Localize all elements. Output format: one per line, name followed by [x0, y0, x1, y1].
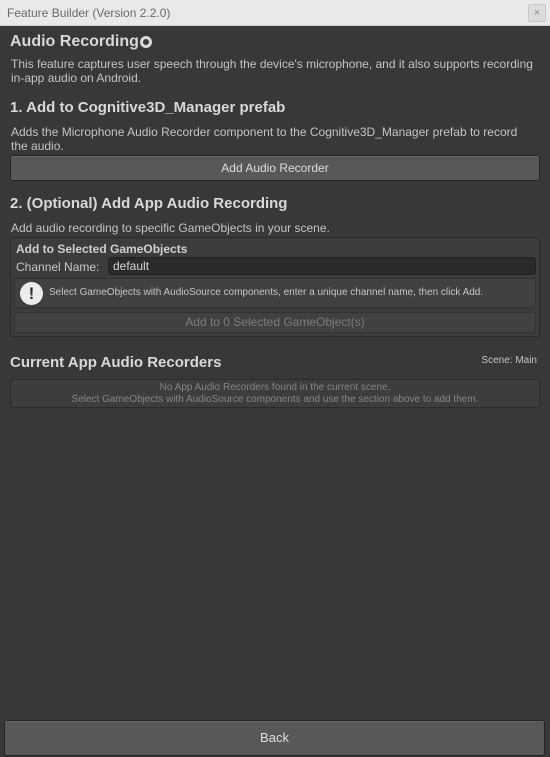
info-icon: !	[20, 282, 43, 305]
empty-recorders-box: No App Audio Recorders found in the curr…	[10, 379, 540, 408]
empty-message-line2: Select GameObjects with AudioSource comp…	[71, 394, 479, 405]
step1-title: 1. Add to Cognitive3D_Manager prefab	[10, 99, 286, 116]
add-audio-recorder-button[interactable]: Add Audio Recorder	[10, 155, 540, 181]
add-to-selected-button[interactable]: Add to 0 Selected GameObject(s)	[14, 312, 536, 333]
step1-description: Adds the Microphone Audio Recorder compo…	[11, 125, 518, 153]
scene-label: Scene: Main	[481, 355, 537, 366]
feature-description: This feature captures user speech throug…	[11, 57, 533, 85]
page-title: Audio Recording	[10, 33, 139, 50]
empty-message-line1: No App Audio Recorders found in the curr…	[159, 382, 391, 393]
step2-description: Add audio recording to specific GameObje…	[11, 221, 330, 235]
channel-name-label: Channel Name:	[16, 260, 100, 274]
feature-builder-window: Feature Builder (Version 2.2.0) × Audio …	[0, 0, 550, 757]
group-title: Add to Selected GameObjects	[16, 242, 188, 256]
close-button[interactable]: ×	[528, 4, 546, 22]
step2-title: 2. (Optional) Add App Audio Recording	[10, 195, 288, 212]
recorders-title: Current App Audio Recorders	[10, 354, 222, 371]
help-text: Select GameObjects with AudioSource comp…	[49, 287, 484, 298]
help-box: ! Select GameObjects with AudioSource co…	[14, 278, 536, 308]
title-bar: Feature Builder (Version 2.2.0) ×	[0, 0, 550, 26]
window-title: Feature Builder (Version 2.2.0)	[7, 6, 171, 20]
back-button[interactable]: Back	[4, 720, 545, 756]
channel-name-input[interactable]: default	[108, 257, 536, 275]
add-to-selected-group: Add to Selected GameObjects Channel Name…	[10, 237, 540, 337]
settings-gear-icon[interactable]	[140, 36, 152, 48]
